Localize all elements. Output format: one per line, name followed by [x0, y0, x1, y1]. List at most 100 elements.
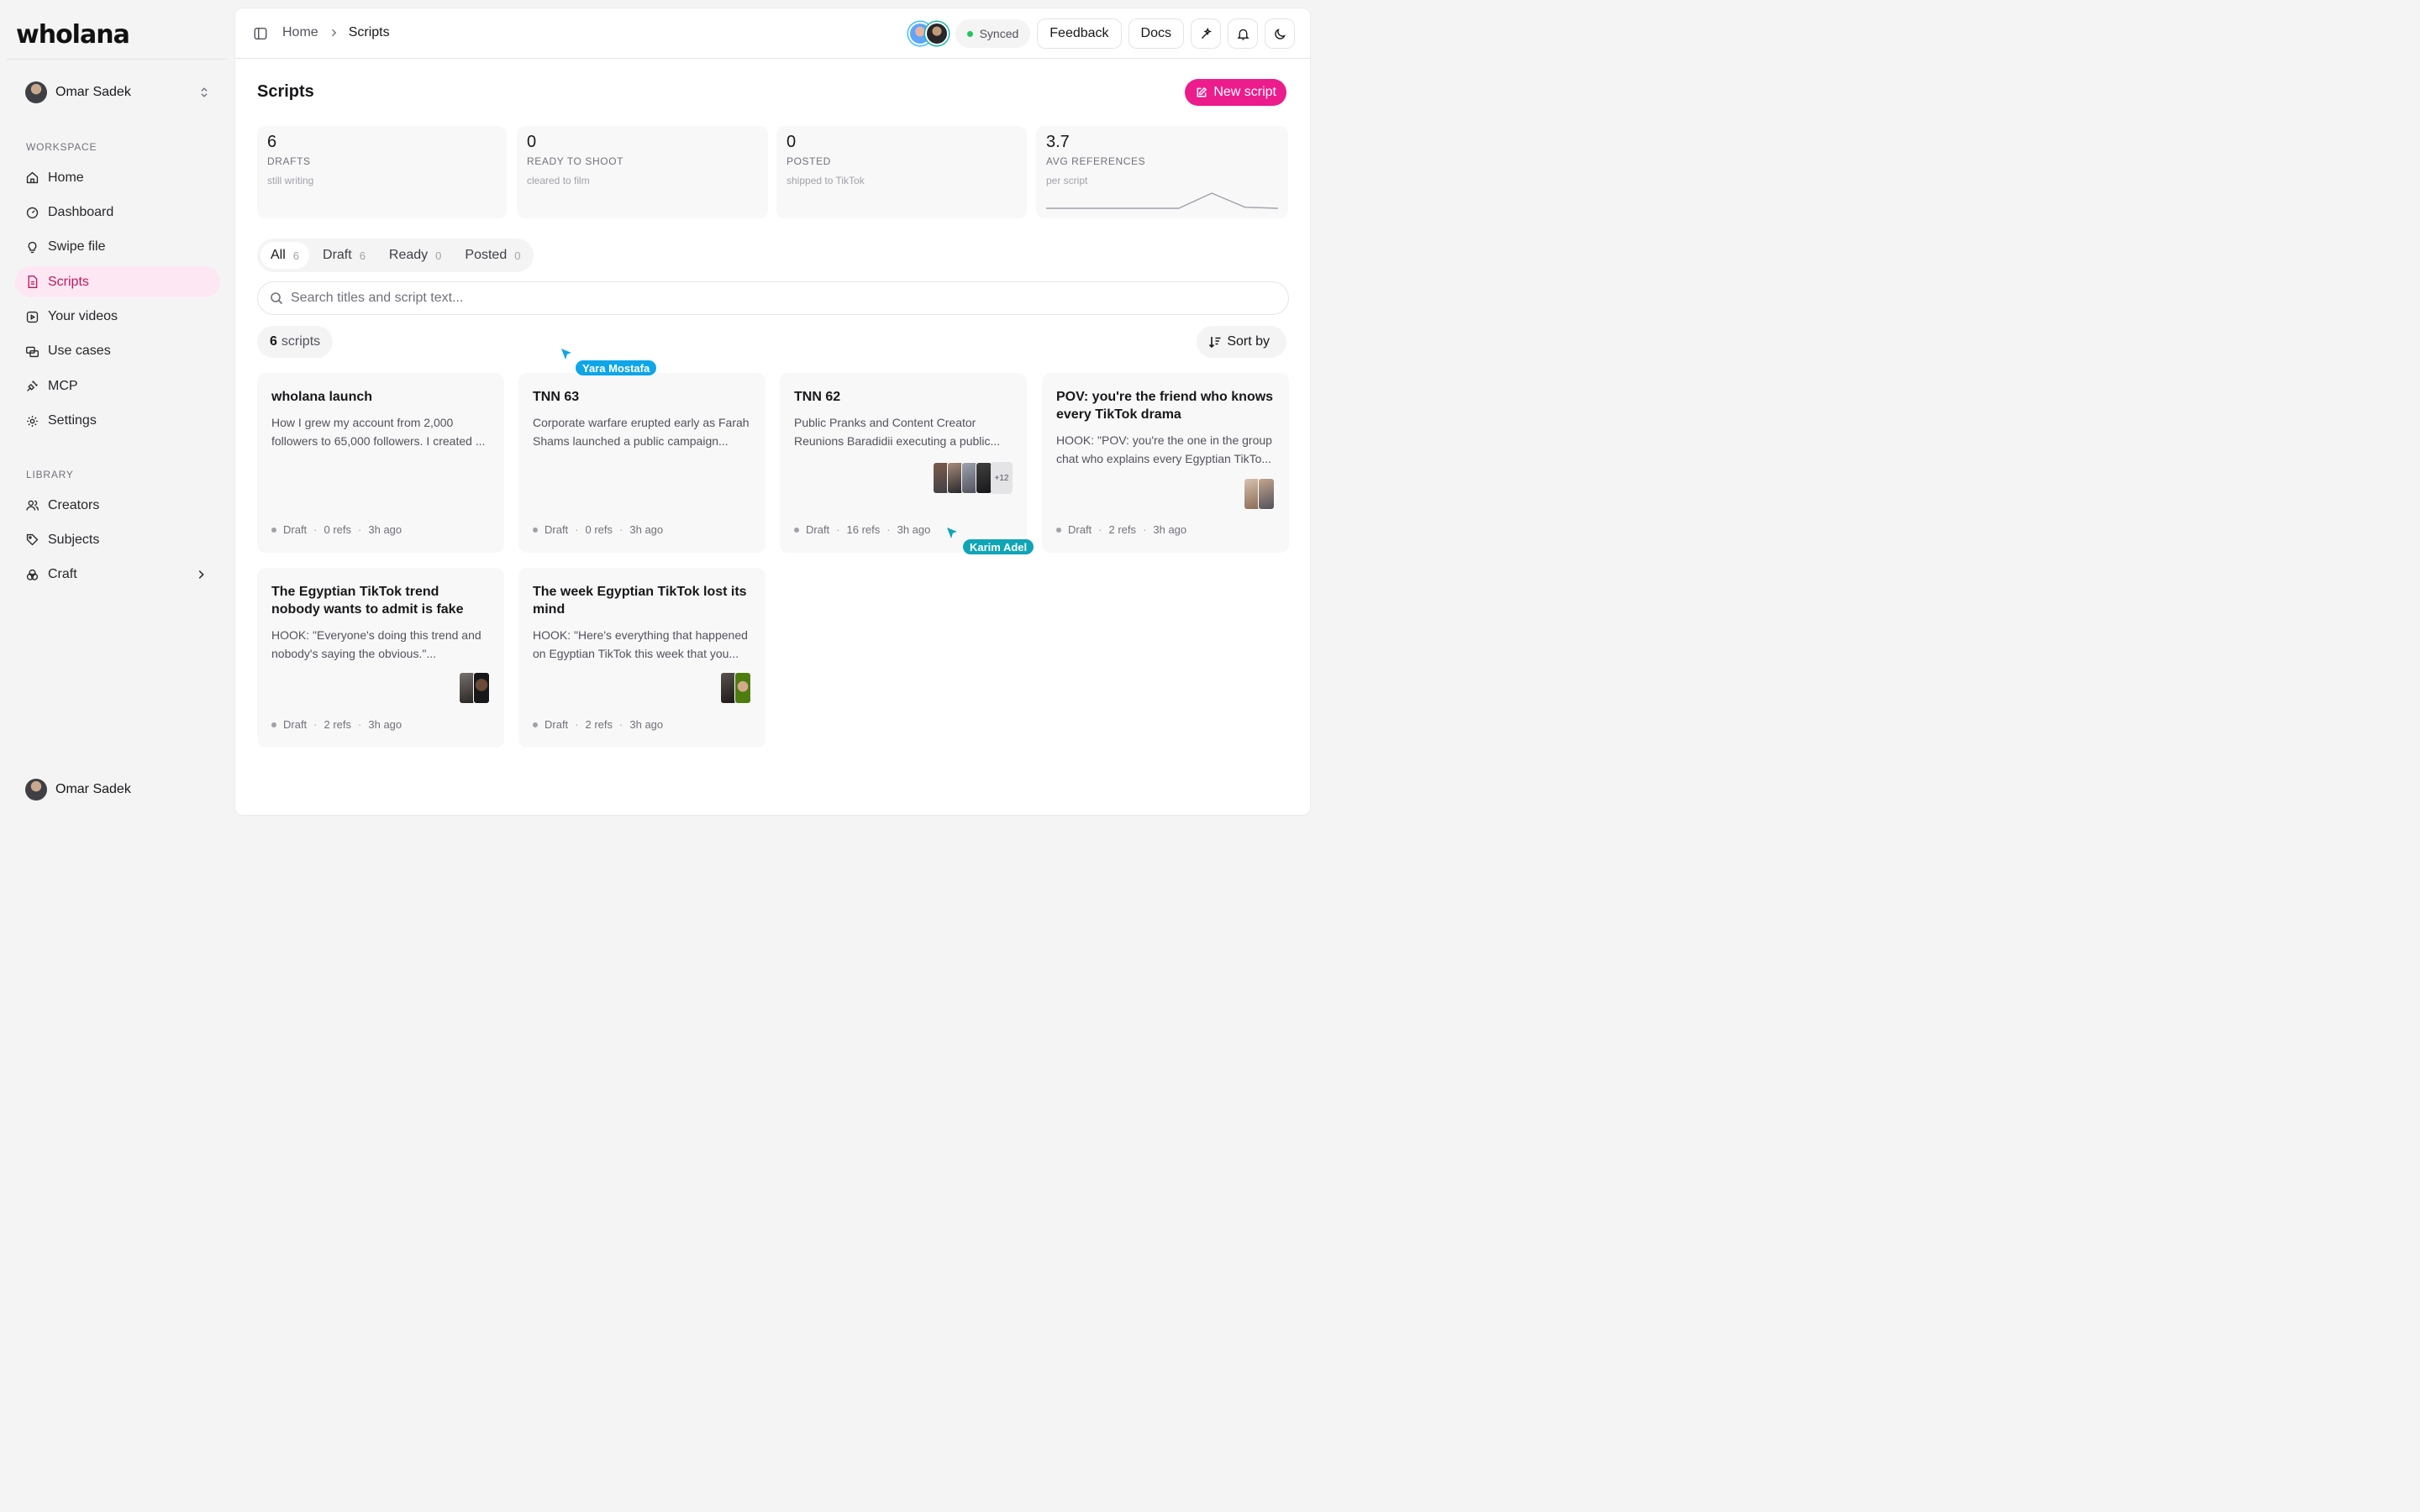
sidebar-item-label: Settings — [48, 413, 97, 428]
meta-separator: · — [1098, 523, 1102, 536]
card-time: 3h ago — [368, 718, 402, 731]
status-dot — [533, 722, 538, 727]
stat-value: 0 — [527, 133, 537, 151]
stat-subtitle: still writing — [267, 175, 314, 186]
sidebar-item-label: Swipe file — [48, 239, 106, 255]
chevron-right-icon — [331, 29, 336, 37]
file-icon — [28, 276, 38, 289]
tab-count: 6 — [292, 249, 300, 262]
tab-count: 6 — [359, 249, 366, 262]
thumbnail — [1258, 478, 1275, 510]
library-section-label: LIBRARY — [26, 469, 74, 480]
feedback-button[interactable]: Feedback — [1037, 18, 1122, 49]
notifications-button[interactable] — [1228, 18, 1258, 49]
status-dot — [966, 30, 973, 37]
script-card[interactable]: TNN 62 Public Pranks and Content Creator… — [780, 373, 1027, 553]
theme-toggle-button[interactable] — [1265, 18, 1295, 49]
sidebar-item-label: Creators — [48, 497, 100, 512]
edit-icon — [1197, 87, 1207, 97]
sidebar-item-craft[interactable]: Craft — [15, 559, 220, 591]
thumbnail — [473, 672, 490, 704]
card-meta: Draft · 2 refs · 3h ago — [533, 718, 663, 731]
card-title: wholana launch — [271, 390, 373, 404]
card-time: 3h ago — [368, 523, 402, 536]
meta-separator: · — [619, 523, 623, 536]
script-card[interactable]: TNN 63 Corporate warfare erupted early a… — [518, 373, 765, 553]
sidebar-item-subjects[interactable]: Subjects — [15, 524, 220, 555]
sidebar-item-settings[interactable]: Settings — [15, 406, 220, 437]
card-refs: 2 refs — [324, 718, 352, 731]
reference-thumbnails — [459, 672, 490, 704]
search-input[interactable] — [291, 291, 1215, 306]
palette-icon — [26, 569, 39, 580]
stat-subtitle: cleared to film — [527, 175, 590, 186]
collaborator-cursor-label: Yara Mostafa — [574, 359, 659, 377]
sparkle-wand-icon — [1201, 27, 1212, 39]
new-script-button[interactable]: New script — [1185, 79, 1286, 106]
status-dot — [794, 527, 799, 533]
sidebar-item-label: Your videos — [48, 309, 118, 324]
sort-by-button[interactable]: Sort by — [1197, 326, 1286, 358]
script-card[interactable]: POV: you're the friend who knows every T… — [1042, 373, 1289, 553]
tab-label: All — [271, 248, 286, 262]
sidebar-item-use-cases[interactable]: Use cases — [15, 336, 220, 367]
sidebar-item-label: Scripts — [48, 274, 89, 289]
scripts-count-word: scripts — [281, 334, 321, 349]
collaborator-cursor-label: Karim Adel — [961, 538, 1036, 556]
status-dot — [1056, 527, 1061, 533]
stat-value: 0 — [786, 133, 797, 151]
tab-ready[interactable]: Ready 0 — [379, 242, 451, 269]
sidebar-item-label: Use cases — [48, 344, 111, 359]
sync-status: Synced — [955, 19, 1031, 48]
sidebar-item-dashboard[interactable]: Dashboard — [15, 197, 220, 228]
card-status: Draft — [283, 718, 308, 731]
tab-posted[interactable]: Posted 0 — [455, 242, 530, 269]
status-dot — [533, 527, 538, 533]
sort-icon — [1209, 337, 1221, 349]
card-title: TNN 63 — [533, 390, 580, 404]
card-refs: 0 refs — [324, 523, 352, 536]
stat-value: 3.7 — [1046, 133, 1070, 151]
card-excerpt: Public Pranks and Content Creator Reunio… — [794, 416, 1001, 448]
script-card[interactable]: The week Egyptian TikTok lost its mind H… — [518, 568, 765, 748]
docs-button[interactable]: Docs — [1128, 18, 1184, 49]
ai-sparkle-button[interactable] — [1191, 18, 1221, 49]
tab-draft[interactable]: Draft 6 — [313, 242, 376, 269]
meta-separator: · — [575, 718, 579, 731]
stat-card-posted: 0 POSTED shipped to TikTok — [776, 126, 1027, 218]
sidebar-item-swipe-file[interactable]: Swipe file — [15, 232, 220, 263]
status-tabs: All 6 Draft 6 Ready 0 Posted 0 — [257, 239, 534, 272]
sidebar-item-home[interactable]: Home — [15, 162, 220, 193]
sidebar-item-mcp[interactable]: MCP — [15, 370, 220, 402]
breadcrumb-current: Scripts — [348, 25, 390, 39]
plug-icon — [27, 381, 38, 392]
scripts-count-number: 6 — [270, 334, 277, 349]
status-dot — [271, 527, 276, 533]
card-meta: Draft · 2 refs · 3h ago — [1056, 523, 1186, 536]
user-name: Omar Sadek — [55, 782, 131, 796]
breadcrumb-home[interactable]: Home — [282, 25, 318, 40]
user-name: Omar Sadek — [55, 85, 131, 99]
workspace-user-switcher[interactable]: Omar Sadek — [25, 81, 210, 104]
workspace-section-label: WORKSPACE — [26, 141, 97, 153]
sidebar-item-creators[interactable]: Creators — [15, 490, 220, 521]
collaborator-avatars[interactable] — [908, 22, 949, 45]
account-menu[interactable]: Omar Sadek — [25, 779, 131, 801]
tab-all[interactable]: All 6 — [260, 242, 310, 269]
avatar — [25, 779, 47, 801]
meta-separator: · — [313, 523, 318, 536]
sidebar-item-your-videos[interactable]: Your videos — [15, 302, 220, 333]
sidebar-toggle-icon[interactable] — [253, 26, 268, 41]
brand-logo[interactable]: wholana — [16, 20, 130, 50]
status-dot — [271, 722, 276, 727]
meta-separator: · — [358, 718, 362, 731]
tab-label: Posted — [465, 248, 508, 262]
top-bar: Home Scripts Synced Feedback Docs — [235, 8, 1310, 59]
card-title: POV: you're the friend who knows every T… — [1056, 390, 1274, 422]
script-card[interactable]: wholana launch How I grew my account fro… — [257, 373, 504, 553]
sparkline-series — [1046, 192, 1278, 209]
script-card[interactable]: The Egyptian TikTok trend nobody wants t… — [257, 568, 504, 748]
gear-icon — [27, 415, 38, 427]
stat-label: READY TO SHOOT — [527, 155, 624, 167]
sidebar-item-scripts[interactable]: Scripts — [15, 266, 220, 298]
